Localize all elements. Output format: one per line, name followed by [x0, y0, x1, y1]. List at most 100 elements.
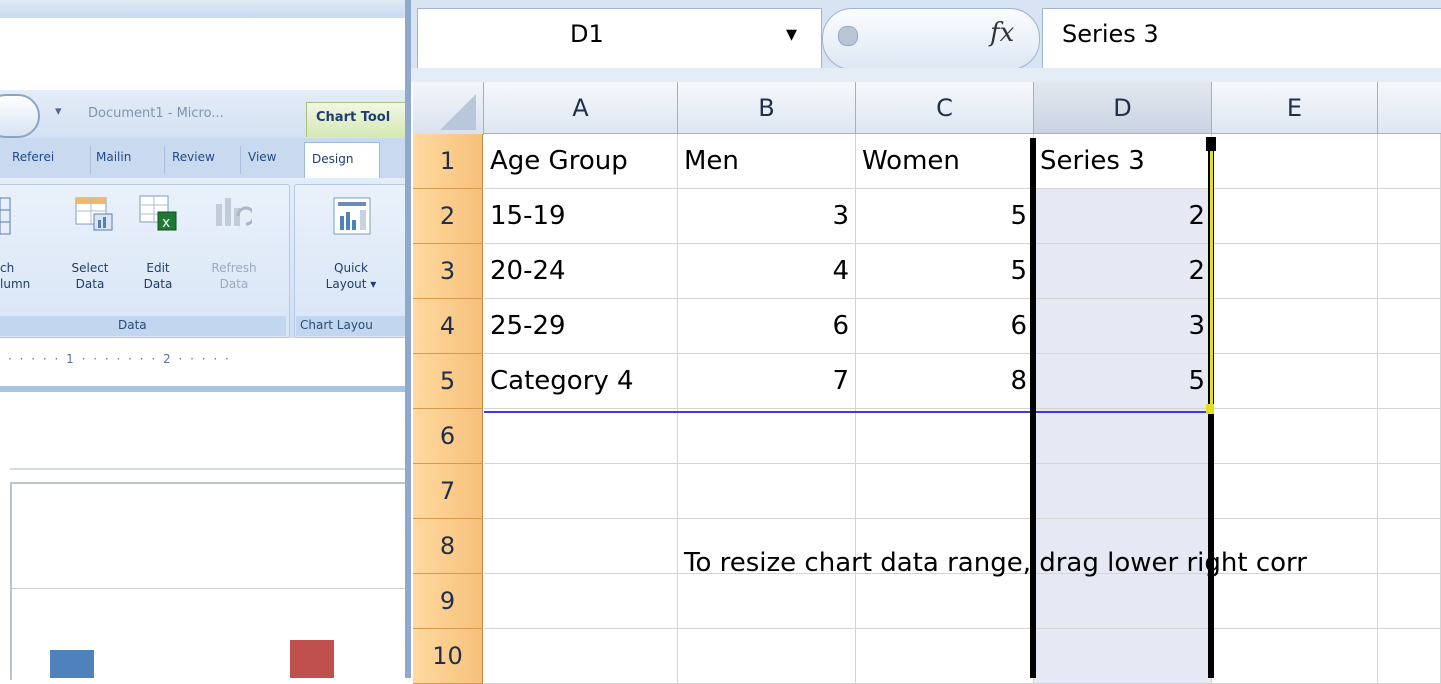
label-line: Layout ▾: [325, 277, 377, 291]
refresh-data-icon[interactable]: [212, 194, 256, 232]
row-header-4[interactable]: 4: [413, 299, 483, 354]
cell-e-7[interactable]: [1212, 464, 1378, 519]
group-caption-chart-layouts: Chart Layou: [300, 318, 373, 332]
tab-mailings[interactable]: Mailin: [96, 150, 131, 164]
cell-e-3[interactable]: [1212, 244, 1378, 299]
cell-c-3[interactable]: 5: [856, 244, 1034, 299]
row-header-7[interactable]: 7: [413, 464, 483, 519]
range-resize-handle[interactable]: [1206, 404, 1214, 414]
column-header-a[interactable]: A: [484, 82, 678, 134]
cell-b-6[interactable]: [678, 409, 856, 464]
cell-f-3[interactable]: [1378, 244, 1441, 299]
qat-dropdown-icon[interactable]: ▾: [55, 104, 62, 119]
cell-d-5[interactable]: 5: [1034, 354, 1212, 409]
row-header-2[interactable]: 2: [413, 189, 483, 244]
row-header-3[interactable]: 3: [413, 244, 483, 299]
name-box[interactable]: [417, 8, 822, 70]
row-header-5[interactable]: 5: [413, 354, 483, 409]
tab-view[interactable]: View: [248, 150, 276, 164]
cell-e-10[interactable]: [1212, 629, 1378, 684]
cell-c-1[interactable]: Women: [856, 134, 1034, 189]
cell-a-9[interactable]: [484, 574, 678, 629]
cell-f-6[interactable]: [1378, 409, 1441, 464]
cell-a-3[interactable]: 20-24: [484, 244, 678, 299]
edit-data-button[interactable]: Edit Data: [134, 260, 182, 292]
cell-e-5[interactable]: [1212, 354, 1378, 409]
quick-layout-button[interactable]: Quick Layout ▾: [314, 260, 388, 292]
cell-d-3[interactable]: 2: [1034, 244, 1212, 299]
cell-b-3[interactable]: 4: [678, 244, 856, 299]
cell-a-7[interactable]: [484, 464, 678, 519]
cell-b-1[interactable]: Men: [678, 134, 856, 189]
chart-bar-men: [50, 650, 94, 678]
cell-e-1[interactable]: [1212, 134, 1378, 189]
cell-b-2[interactable]: 3: [678, 189, 856, 244]
switch-row-column-label[interactable]: ch lumn: [0, 260, 40, 292]
cell-b-10[interactable]: [678, 629, 856, 684]
switch-row-column-icon[interactable]: [0, 196, 14, 236]
cell-a-10[interactable]: [484, 629, 678, 684]
cell-a-1[interactable]: Age Group: [484, 134, 678, 189]
cell-f-9[interactable]: [1378, 574, 1441, 629]
edit-data-icon[interactable]: x: [138, 194, 177, 232]
cell-c-4[interactable]: 6: [856, 299, 1034, 354]
cell-e-4[interactable]: [1212, 299, 1378, 354]
selection-border-left: [1030, 138, 1036, 678]
word-document-title: Document1 - Micro...: [88, 106, 224, 121]
cell-e-6[interactable]: [1212, 409, 1378, 464]
cell-d-10[interactable]: [1034, 629, 1212, 684]
cell-c-7[interactable]: [856, 464, 1034, 519]
cell-a-4[interactable]: 25-29: [484, 299, 678, 354]
cell-b-5[interactable]: 7: [678, 354, 856, 409]
select-data-button[interactable]: Select Data: [62, 260, 118, 292]
tab-separator: [90, 146, 91, 174]
row-header-8[interactable]: 8: [413, 519, 483, 574]
cell-c-10[interactable]: [856, 629, 1034, 684]
column-header-d[interactable]: D: [1034, 82, 1212, 134]
cell-d-7[interactable]: [1034, 464, 1212, 519]
column-header-f[interactable]: [1378, 82, 1441, 134]
cell-f-1[interactable]: [1378, 134, 1441, 189]
cell-c-2[interactable]: 5: [856, 189, 1034, 244]
cell-f-8[interactable]: [1378, 519, 1441, 574]
cell-e-2[interactable]: [1212, 189, 1378, 244]
cell-c-6[interactable]: [856, 409, 1034, 464]
quick-layout-icon[interactable]: [332, 196, 376, 240]
insert-function-button[interactable]: fx: [990, 18, 1014, 48]
series-range-border: [1210, 140, 1213, 412]
row-header-6[interactable]: 6: [413, 409, 483, 464]
cell-b-7[interactable]: [678, 464, 856, 519]
formula-bar-splitter-icon[interactable]: [838, 26, 858, 46]
label-line: Data: [75, 277, 105, 291]
cell-d-4[interactable]: 3: [1034, 299, 1212, 354]
cell-a-6[interactable]: [484, 409, 678, 464]
cell-d-1[interactable]: Series 3: [1034, 134, 1212, 189]
selection-handle[interactable]: [1206, 137, 1216, 151]
cell-f-2[interactable]: [1378, 189, 1441, 244]
cell-a-2[interactable]: 15-19: [484, 189, 678, 244]
cell-f-7[interactable]: [1378, 464, 1441, 519]
tab-references[interactable]: Referei: [12, 150, 54, 164]
row-header-10[interactable]: 10: [413, 629, 483, 684]
cell-b-4[interactable]: 6: [678, 299, 856, 354]
row-header-9[interactable]: 9: [413, 574, 483, 629]
select-data-icon[interactable]: [74, 194, 113, 232]
formula-input-value: Series 3: [1062, 20, 1159, 48]
column-header-b[interactable]: B: [678, 82, 856, 134]
cell-c-5[interactable]: 8: [856, 354, 1034, 409]
cell-a-8[interactable]: [484, 519, 678, 574]
cell-f-10[interactable]: [1378, 629, 1441, 684]
cell-d-2[interactable]: 2: [1034, 189, 1212, 244]
cell-f-4[interactable]: [1378, 299, 1441, 354]
row-header-1[interactable]: 1: [413, 134, 483, 189]
column-header-e[interactable]: E: [1212, 82, 1378, 134]
name-box-dropdown-icon[interactable]: ▾: [786, 22, 797, 47]
cell-a-5[interactable]: Category 4: [484, 354, 678, 409]
formula-bar-gap: [411, 68, 1441, 82]
label-line: Quick: [334, 261, 368, 275]
tab-review[interactable]: Review: [172, 150, 215, 164]
cell-f-5[interactable]: [1378, 354, 1441, 409]
column-header-c[interactable]: C: [856, 82, 1034, 134]
refresh-data-button[interactable]: Refresh Data: [204, 260, 264, 292]
cell-d-6[interactable]: [1034, 409, 1212, 464]
